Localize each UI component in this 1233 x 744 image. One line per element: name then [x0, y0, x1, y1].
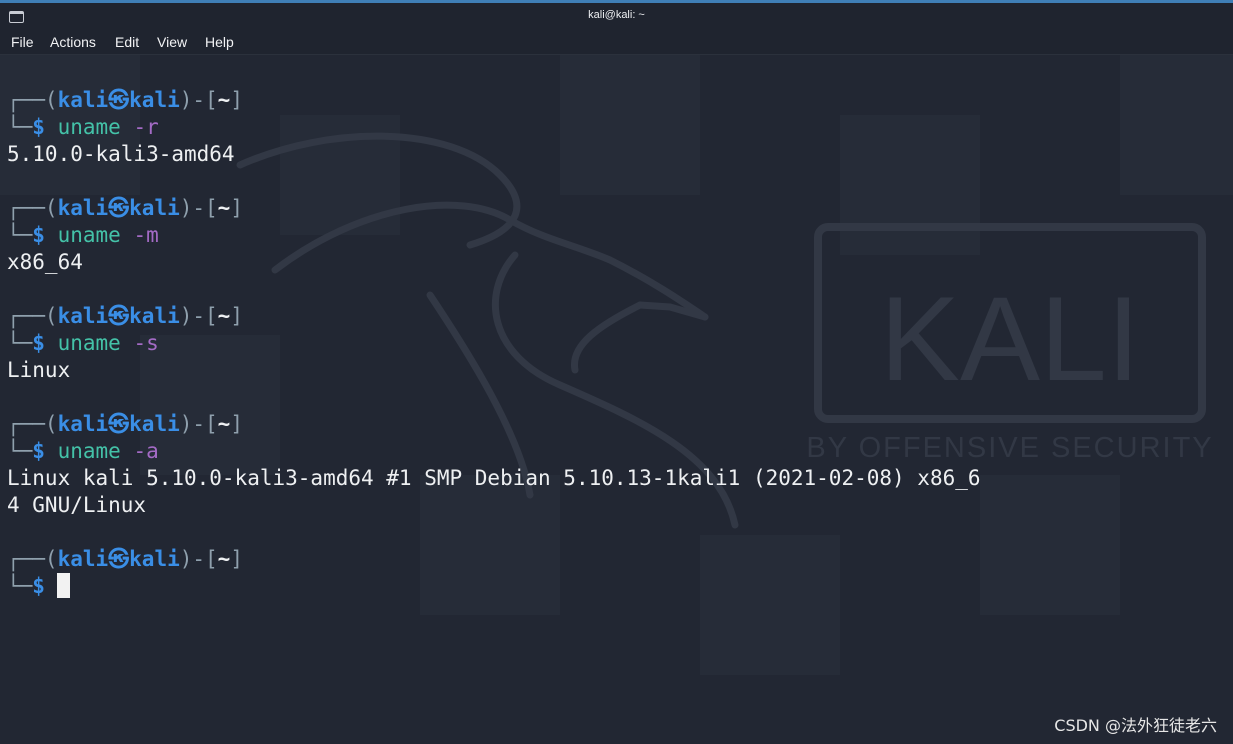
output-line: Linux	[7, 358, 71, 382]
window-title: kali@kali: ~	[588, 9, 645, 21]
command-line: └─$ uname -m	[7, 222, 1233, 249]
prompt-directory: ~	[217, 88, 231, 112]
menu-edit[interactable]: Edit	[115, 34, 139, 50]
prompt-frame-close: )-[	[179, 304, 218, 328]
command-name: uname	[57, 223, 121, 247]
prompt-dollar: $	[32, 115, 45, 139]
prompt-corner: └─	[7, 331, 33, 355]
prompt-dollar: $	[32, 439, 45, 463]
prompt-corner: └─	[7, 439, 33, 463]
prompt-directory: ~	[217, 412, 231, 436]
output-line: 4 GNU/Linux	[7, 493, 147, 517]
prompt-frame-end: ]	[230, 88, 243, 112]
prompt-directory: ~	[217, 304, 231, 328]
prompt-frame-close: )-[	[179, 196, 218, 220]
prompt-directory: ~	[217, 196, 231, 220]
prompt-separator-icon: ㉿	[108, 547, 130, 571]
prompt-dollar: $	[32, 223, 45, 247]
prompt-header: ┌──(kali㉿kali)-[~]	[7, 87, 1233, 114]
prompt-frame-end: ]	[230, 412, 243, 436]
prompt-user: kali	[57, 547, 109, 571]
prompt-corner: └─	[7, 574, 33, 598]
prompt-corner: └─	[7, 223, 33, 247]
prompt-directory: ~	[217, 547, 231, 571]
prompt-separator-icon: ㉿	[108, 88, 130, 112]
menu-file[interactable]: File	[11, 34, 34, 50]
prompt-frame-open: ┌──(	[7, 88, 58, 112]
prompt-user: kali	[57, 304, 109, 328]
prompt-host: kali	[129, 196, 180, 220]
menu-bar: File Actions Edit View Help	[0, 30, 1233, 55]
menu-help[interactable]: Help	[205, 34, 234, 50]
prompt-user: kali	[57, 412, 109, 436]
prompt-separator-icon: ㉿	[108, 304, 130, 328]
menu-actions[interactable]: Actions	[50, 34, 96, 50]
title-bar[interactable]: kali@kali: ~	[0, 3, 1233, 30]
prompt-user: kali	[57, 88, 109, 112]
prompt-host: kali	[129, 304, 180, 328]
command-line: └─$ uname -r	[7, 114, 1233, 141]
prompt-header: ┌──(kali㉿kali)-[~]	[7, 546, 1233, 573]
prompt-separator-icon: ㉿	[108, 412, 130, 436]
command-name: uname	[57, 331, 121, 355]
prompt-dollar: $	[32, 574, 45, 598]
prompt-frame-close: )-[	[179, 88, 218, 112]
menu-view[interactable]: View	[157, 34, 187, 50]
prompt-header: ┌──(kali㉿kali)-[~]	[7, 195, 1233, 222]
prompt-host: kali	[129, 412, 180, 436]
prompt-frame-open: ┌──(	[7, 304, 58, 328]
prompt-corner: └─	[7, 115, 33, 139]
command-argument: -r	[133, 115, 159, 139]
command-name: uname	[57, 439, 121, 463]
prompt-frame-end: ]	[230, 304, 243, 328]
command-argument: -a	[133, 439, 159, 463]
output-line: 5.10.0-kali3-amd64	[7, 142, 235, 166]
csdn-watermark: CSDN @法外狂徒老六	[1054, 716, 1217, 735]
output-line: x86_64	[7, 250, 83, 274]
command-name: uname	[57, 115, 121, 139]
prompt-dollar: $	[32, 331, 45, 355]
command-argument: -m	[133, 223, 159, 247]
prompt-frame-open: ┌──(	[7, 196, 58, 220]
prompt-frame-open: ┌──(	[7, 412, 58, 436]
prompt-frame-close: )-[	[179, 547, 218, 571]
command-line: └─$ uname -s	[7, 330, 1233, 357]
prompt-separator-icon: ㉿	[108, 196, 130, 220]
prompt-host: kali	[129, 547, 180, 571]
command-argument: -s	[133, 331, 159, 355]
prompt-header: ┌──(kali㉿kali)-[~]	[7, 303, 1233, 330]
prompt-header: ┌──(kali㉿kali)-[~]	[7, 411, 1233, 438]
command-line: └─$	[7, 573, 1233, 600]
terminal-output: ┌──(kali㉿kali)-[~] └─$ uname -r 5.10.0-kal…	[7, 87, 1233, 600]
prompt-host: kali	[129, 88, 180, 112]
output-line: Linux kali 5.10.0-kali3-amd64 #1 SMP Deb…	[7, 466, 981, 490]
prompt-frame-close: )-[	[179, 412, 218, 436]
command-line: └─$ uname -a	[7, 438, 1233, 465]
prompt-frame-open: ┌──(	[7, 547, 58, 571]
text-cursor[interactable]	[56, 573, 70, 598]
terminal-area[interactable]: KALI BY OFFENSIVE SECURITY ┌──(kali㉿kali…	[0, 55, 1233, 744]
prompt-user: kali	[57, 196, 109, 220]
prompt-frame-end: ]	[230, 547, 243, 571]
prompt-frame-end: ]	[230, 196, 243, 220]
